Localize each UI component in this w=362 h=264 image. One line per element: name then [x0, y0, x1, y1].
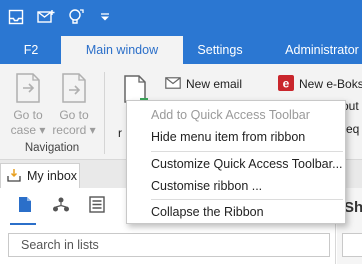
navigation-group-label: Navigation	[24, 142, 80, 154]
menu-hide-menu-item[interactable]: Hide menu item from ribbon	[127, 126, 345, 148]
tab-my-inbox[interactable]: My inbox	[0, 163, 80, 188]
right-pane-input[interactable]	[342, 233, 362, 257]
tab-settings[interactable]: Settings	[184, 36, 256, 64]
tab-administrator[interactable]: Administrator	[272, 36, 362, 64]
panel-toolbar	[16, 195, 106, 213]
new-eboks-label: New e-Boks	[299, 77, 362, 91]
menu-separator	[151, 199, 343, 200]
tab-main-window[interactable]: Main window	[61, 36, 183, 64]
title-bar	[0, 0, 362, 36]
right-pane-heading: Sh	[344, 199, 362, 216]
customize-dropdown-icon[interactable]	[98, 6, 112, 28]
document-arrow-icon	[6, 72, 50, 108]
menu-customize-quick-access[interactable]: Customize Quick Access Toolbar...	[127, 153, 345, 175]
goto-case-label-1: Go to	[13, 108, 43, 122]
inbox-icon[interactable]	[4, 6, 28, 28]
list-icon[interactable]	[88, 195, 106, 213]
search-lists-input[interactable]: Search in lists	[8, 233, 330, 257]
goto-case-button[interactable]: Go to case ▾	[6, 72, 50, 138]
active-tool-underline	[10, 223, 36, 225]
people-network-icon[interactable]	[52, 195, 70, 213]
tab-f2[interactable]: F2	[12, 36, 50, 64]
menu-collapse-ribbon[interactable]: Collapse the Ribbon	[127, 201, 345, 223]
goto-record-button[interactable]: Go to record ▾	[52, 72, 96, 138]
lightbulb-refresh-icon[interactable]	[64, 6, 88, 28]
goto-record-label-1: Go to	[59, 108, 89, 122]
document-icon[interactable]	[16, 195, 34, 213]
menu-add-to-quick-access: Add to Quick Access Toolbar	[151, 108, 310, 122]
ribbon-tab-bar: F2 Main window Settings Administrator	[0, 36, 362, 64]
menu-separator	[151, 151, 343, 152]
goto-record-label-2: record ▾	[52, 123, 96, 137]
new-email-button[interactable]: New email	[165, 75, 242, 93]
menu-customise-ribbon[interactable]: Customise ribbon ...	[127, 175, 345, 197]
svg-text:e: e	[283, 76, 290, 90]
inbox-tray-icon	[7, 168, 21, 185]
new-message-icon[interactable]	[34, 6, 58, 28]
my-inbox-label: My inbox	[27, 169, 78, 183]
document-arrow-icon	[52, 72, 96, 108]
group-divider	[104, 72, 105, 154]
new-email-label: New email	[186, 77, 243, 91]
eboks-icon: e	[278, 74, 294, 94]
new-eboks-button[interactable]: e New e-Boks	[278, 74, 362, 94]
goto-case-label-2: case ▾	[10, 123, 46, 137]
partial-label: r	[118, 126, 122, 140]
envelope-icon	[165, 76, 181, 92]
ribbon-context-menu: Add to Quick Access Toolbar Hide menu it…	[126, 100, 346, 224]
